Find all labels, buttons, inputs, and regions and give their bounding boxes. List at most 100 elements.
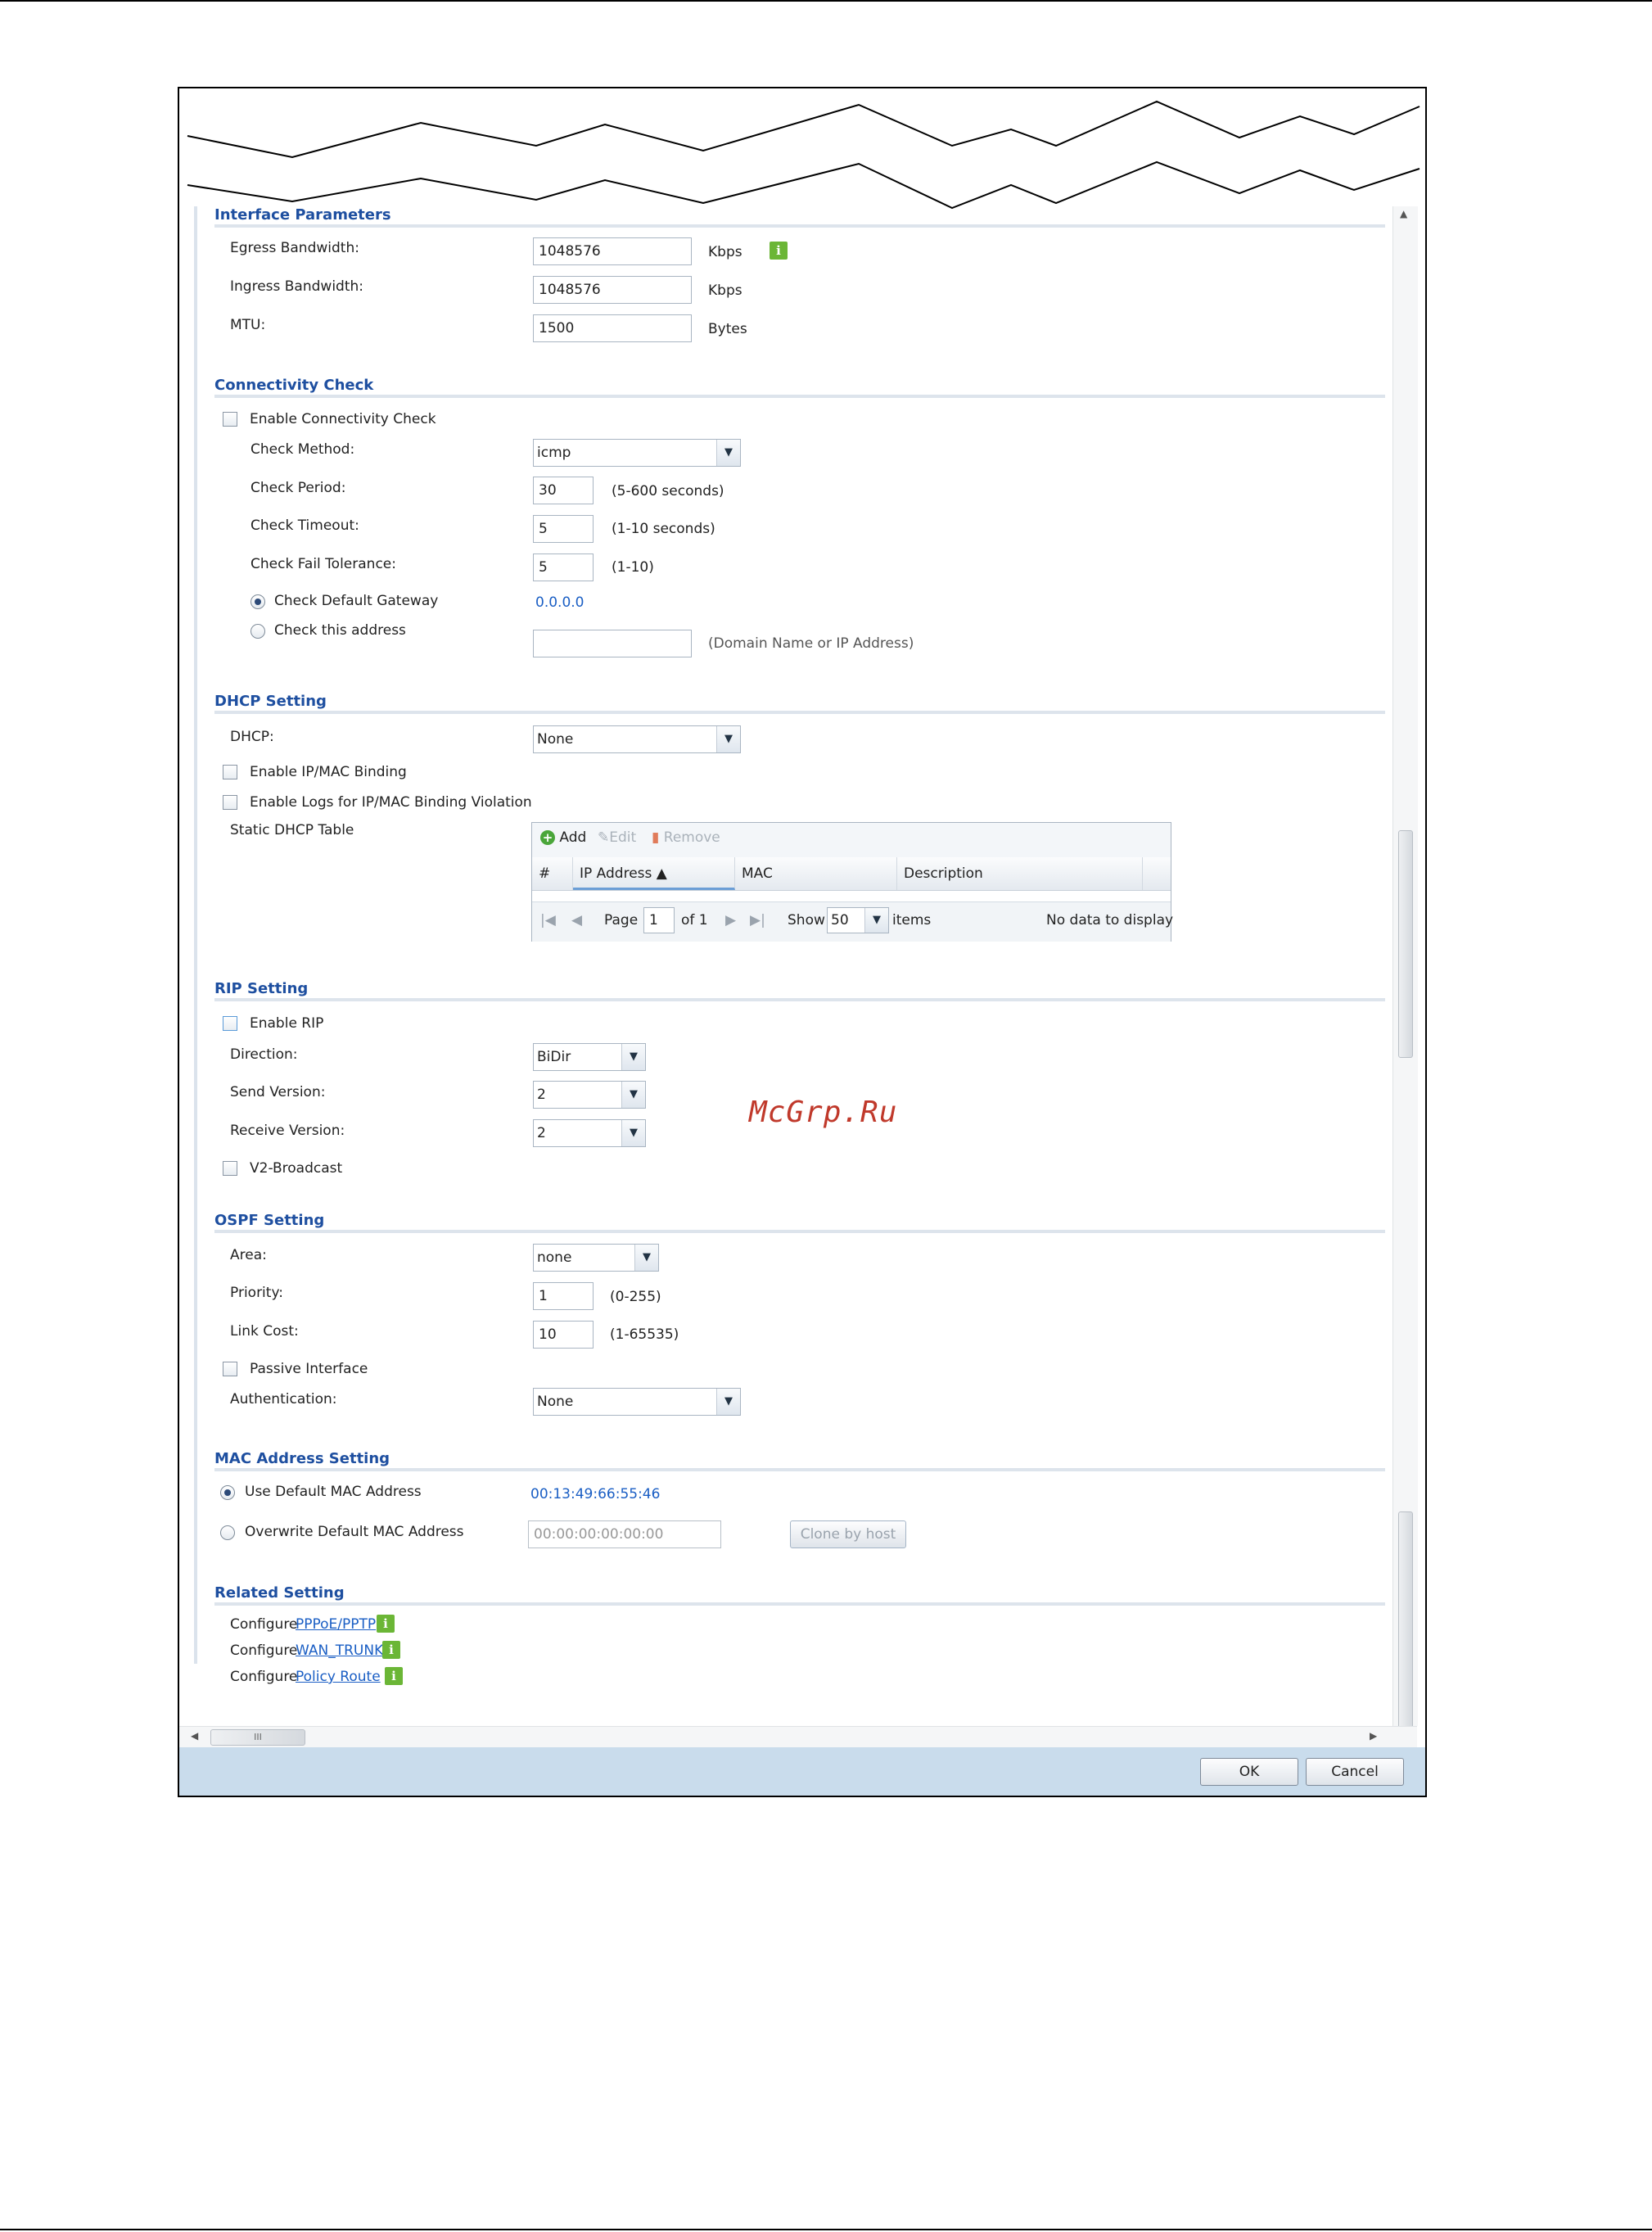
passive-interface-checkbox[interactable]: [223, 1362, 237, 1376]
default-gateway-value: 0.0.0.0: [535, 594, 585, 611]
add-label: Add: [559, 829, 587, 846]
horizontal-scrollbar-thumb[interactable]: III: [210, 1729, 305, 1746]
dhcp-select[interactable]: None ▼: [533, 725, 741, 753]
page-number-input[interactable]: 1: [643, 907, 675, 933]
check-default-gateway-radio[interactable]: [251, 594, 265, 609]
column-mac[interactable]: MAC: [735, 857, 897, 890]
remove-label: Remove: [663, 829, 720, 846]
priority-label: Priority:: [230, 1285, 283, 1301]
configure-label: Configure: [230, 1616, 298, 1633]
clone-by-host-button[interactable]: Clone by host: [790, 1520, 906, 1548]
priority-input[interactable]: 1: [533, 1282, 594, 1310]
check-this-address-label: Check this address: [274, 622, 406, 639]
enable-rip-label: Enable RIP: [250, 1015, 324, 1032]
info-icon[interactable]: i: [382, 1641, 400, 1659]
ingress-unit: Kbps: [708, 282, 742, 299]
send-version-select[interactable]: 2 ▼: [533, 1081, 646, 1109]
scroll-left-icon[interactable]: ◀: [191, 1730, 198, 1742]
chevron-down-icon: ▼: [621, 1120, 645, 1146]
mtu-input[interactable]: 1500: [533, 314, 692, 342]
section-divider: [214, 711, 1385, 714]
column-number[interactable]: #: [532, 857, 573, 890]
prev-page-icon[interactable]: ◀: [571, 912, 582, 928]
add-button[interactable]: + Add: [540, 829, 586, 846]
egress-bandwidth-input[interactable]: 1048576: [533, 237, 692, 265]
page-count: of 1: [681, 912, 708, 928]
egress-unit: Kbps: [708, 244, 742, 260]
last-page-icon[interactable]: ▶|: [750, 912, 765, 928]
enable-ipmac-binding-checkbox[interactable]: [223, 765, 237, 779]
edit-button[interactable]: ✎Edit: [598, 829, 636, 846]
table-pager: |◀ ◀ Page 1 of 1 ▶ ▶| Show 50 ▼ items No …: [532, 901, 1174, 942]
ingress-bandwidth-input[interactable]: 1048576: [533, 276, 692, 304]
enable-rip-checkbox[interactable]: [223, 1016, 237, 1031]
table-toolbar: + Add ✎Edit ▮ Remove: [532, 823, 1171, 858]
chevron-down-icon: ▼: [716, 1389, 740, 1415]
check-timeout-input[interactable]: 5: [533, 515, 594, 543]
info-icon[interactable]: i: [385, 1667, 403, 1685]
related-setting-heading: Related Setting: [214, 1584, 345, 1602]
remove-button[interactable]: ▮ Remove: [652, 829, 720, 846]
ok-button[interactable]: OK: [1200, 1758, 1298, 1786]
authentication-label: Authentication:: [230, 1391, 337, 1407]
section-divider: [214, 1230, 1385, 1233]
check-period-label: Check Period:: [251, 480, 346, 496]
scroll-right-icon[interactable]: ▶: [1370, 1730, 1377, 1742]
section-divider: [214, 224, 1385, 228]
use-default-mac-radio[interactable]: [220, 1485, 235, 1500]
enable-ipmac-logs-checkbox[interactable]: [223, 795, 237, 810]
v2-broadcast-label: V2-Broadcast: [250, 1160, 343, 1177]
overwrite-mac-radio[interactable]: [220, 1525, 235, 1540]
v2-broadcast-checkbox[interactable]: [223, 1161, 237, 1176]
check-fail-tolerance-input[interactable]: 5: [533, 553, 594, 581]
wan-trunk-link[interactable]: WAN_TRUNK: [296, 1642, 383, 1659]
link-cost-input[interactable]: 10: [533, 1321, 594, 1349]
scroll-up-icon[interactable]: ▲: [1400, 208, 1407, 219]
overwrite-mac-input[interactable]: 00:00:00:00:00:00: [528, 1520, 721, 1548]
link-cost-label: Link Cost:: [230, 1323, 299, 1340]
check-method-select[interactable]: icmp ▼: [533, 439, 741, 467]
configure-label: Configure: [230, 1669, 298, 1685]
area-select[interactable]: none ▼: [533, 1244, 659, 1272]
info-icon[interactable]: i: [377, 1615, 395, 1633]
check-period-input[interactable]: 30: [533, 477, 594, 504]
direction-select[interactable]: BiDir ▼: [533, 1043, 646, 1071]
static-dhcp-table: + Add ✎Edit ▮ Remove # IP Address ▲ MAC …: [531, 822, 1174, 942]
column-description[interactable]: Description: [897, 857, 1143, 890]
chevron-down-icon: ▼: [716, 440, 740, 466]
table-header: # IP Address ▲ MAC Description: [532, 857, 1171, 891]
policy-route-link[interactable]: Policy Route: [296, 1669, 381, 1685]
section-divider: [214, 395, 1385, 398]
info-icon[interactable]: i: [770, 242, 788, 260]
chevron-down-icon: ▼: [621, 1044, 645, 1070]
use-default-mac-label: Use Default MAC Address: [245, 1484, 422, 1500]
enable-connectivity-check-checkbox[interactable]: [223, 412, 237, 427]
check-fail-tolerance-label: Check Fail Tolerance:: [251, 556, 396, 572]
configure-label: Configure: [230, 1642, 298, 1659]
mtu-label: MTU:: [230, 317, 266, 333]
dialog-footer: OK Cancel: [179, 1747, 1425, 1796]
next-page-icon[interactable]: ▶: [725, 912, 736, 928]
receive-version-select[interactable]: 2 ▼: [533, 1119, 646, 1147]
direction-value: BiDir: [537, 1049, 571, 1065]
page-size-select[interactable]: 50 ▼: [827, 907, 889, 933]
check-address-input[interactable]: [533, 630, 692, 657]
first-page-icon[interactable]: |◀: [540, 912, 556, 928]
authentication-select[interactable]: None ▼: [533, 1388, 741, 1416]
ospf-setting-heading: OSPF Setting: [214, 1212, 325, 1229]
cancel-button[interactable]: Cancel: [1306, 1758, 1404, 1786]
check-address-hint: (Domain Name or IP Address): [708, 635, 914, 652]
add-icon: +: [540, 830, 555, 845]
check-this-address-radio[interactable]: [251, 624, 265, 639]
empty-table-message: No data to display: [1046, 912, 1174, 928]
enable-ipmac-logs-label: Enable Logs for IP/MAC Binding Violation: [250, 794, 532, 811]
column-ip-address[interactable]: IP Address ▲: [573, 857, 735, 890]
vertical-scrollbar[interactable]: ▲ ▼: [1392, 206, 1418, 1796]
watermark: McGrp.Ru: [749, 1096, 898, 1129]
show-label: Show: [788, 912, 825, 928]
scrollbar-thumb[interactable]: [1398, 830, 1413, 1058]
dhcp-label: DHCP:: [230, 729, 274, 745]
rip-setting-heading: RIP Setting: [214, 980, 309, 997]
pppoe-pptp-link[interactable]: PPPoE/PPTP: [296, 1616, 376, 1633]
horizontal-scrollbar[interactable]: ◀ III ▶: [179, 1726, 1417, 1748]
